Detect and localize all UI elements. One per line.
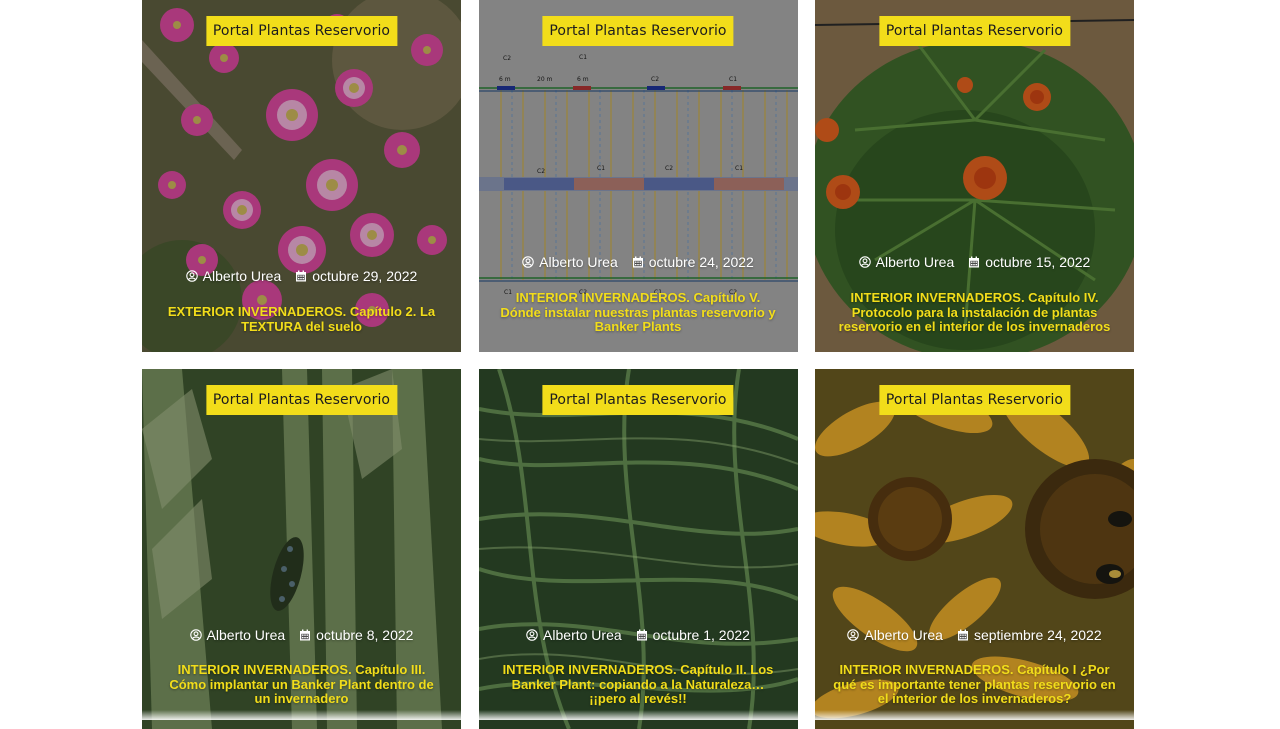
post-date[interactable]: septiembre 24, 2022 (957, 627, 1102, 643)
post-author[interactable]: Alberto Urea (859, 254, 955, 270)
user-circle-icon (859, 256, 871, 268)
date-text: septiembre 24, 2022 (974, 627, 1102, 643)
user-circle-icon (522, 256, 534, 268)
author-name: Alberto Urea (539, 254, 618, 270)
post-title[interactable]: INTERIOR INVERNADEROS. Capítulo II. Los … (497, 663, 780, 707)
post-title[interactable]: INTERIOR INVERNADEROS. Capítulo IV. Prot… (833, 291, 1116, 335)
category-badge[interactable]: Portal Plantas Reservorio (206, 385, 397, 415)
post-card[interactable]: Portal Plantas Reservorio Alberto Urea o… (142, 369, 461, 729)
date-text: octubre 29, 2022 (312, 268, 417, 284)
category-badge[interactable]: Portal Plantas Reservorio (542, 385, 733, 415)
post-author[interactable]: Alberto Urea (522, 254, 618, 270)
category-badge[interactable]: Portal Plantas Reservorio (879, 385, 1070, 415)
post-title[interactable]: INTERIOR INVERNADEROS. Capítulo III. Cóm… (160, 663, 443, 707)
category-badge[interactable]: Portal Plantas Reservorio (879, 16, 1070, 46)
post-card[interactable]: C2 C1 C2 C1 6 m 20 m 6 m C2 C1 C2 C1 C1 … (479, 0, 798, 352)
user-circle-icon (847, 629, 859, 641)
user-circle-icon (526, 629, 538, 641)
date-text: octubre 8, 2022 (316, 627, 413, 643)
post-meta: Alberto Urea septiembre 24, 2022 (815, 627, 1134, 643)
post-date[interactable]: octubre 8, 2022 (299, 627, 413, 643)
post-author[interactable]: Alberto Urea (186, 268, 282, 284)
post-meta: Alberto Urea octubre 1, 2022 (479, 627, 798, 643)
user-circle-icon (190, 629, 202, 641)
calendar-icon (957, 629, 969, 641)
date-text: octubre 15, 2022 (985, 254, 1090, 270)
post-card[interactable]: Portal Plantas Reservorio Alberto Urea s… (815, 369, 1134, 729)
post-title[interactable]: INTERIOR INVERNADEROS. Capítulo V. Dónde… (497, 291, 780, 335)
author-name: Alberto Urea (864, 627, 943, 643)
post-title[interactable]: EXTERIOR INVERNADEROS. Capítulo 2. La TE… (160, 305, 443, 334)
posts-grid: Portal Plantas Reservorio Alberto Urea o… (142, 0, 1134, 729)
calendar-icon (968, 256, 980, 268)
post-meta: Alberto Urea octubre 29, 2022 (142, 268, 461, 284)
user-circle-icon (186, 270, 198, 282)
calendar-icon (632, 256, 644, 268)
author-name: Alberto Urea (876, 254, 955, 270)
post-meta: Alberto Urea octubre 24, 2022 (479, 254, 798, 270)
post-card[interactable]: Portal Plantas Reservorio Alberto Urea o… (142, 0, 461, 352)
calendar-icon (636, 629, 648, 641)
calendar-icon (295, 270, 307, 282)
post-card[interactable]: Portal Plantas Reservorio Alberto Urea o… (815, 0, 1134, 352)
calendar-icon (299, 629, 311, 641)
author-name: Alberto Urea (207, 627, 286, 643)
post-card[interactable]: Portal Plantas Reservorio Alberto Urea o… (479, 369, 798, 729)
date-text: octubre 1, 2022 (653, 627, 750, 643)
author-name: Alberto Urea (543, 627, 622, 643)
post-author[interactable]: Alberto Urea (190, 627, 286, 643)
image-overlay (142, 0, 461, 352)
post-date[interactable]: octubre 29, 2022 (295, 268, 417, 284)
post-title[interactable]: INTERIOR INVERNADEROS. Capítulo I ¿Por q… (833, 663, 1116, 707)
post-meta: Alberto Urea octubre 15, 2022 (815, 254, 1134, 270)
post-date[interactable]: octubre 24, 2022 (632, 254, 754, 270)
post-date[interactable]: octubre 1, 2022 (636, 627, 750, 643)
date-text: octubre 24, 2022 (649, 254, 754, 270)
post-author[interactable]: Alberto Urea (847, 627, 943, 643)
bottom-fade (116, 710, 1164, 720)
post-author[interactable]: Alberto Urea (526, 627, 622, 643)
post-date[interactable]: octubre 15, 2022 (968, 254, 1090, 270)
category-badge[interactable]: Portal Plantas Reservorio (542, 16, 733, 46)
author-name: Alberto Urea (203, 268, 282, 284)
post-meta: Alberto Urea octubre 8, 2022 (142, 627, 461, 643)
category-badge[interactable]: Portal Plantas Reservorio (206, 16, 397, 46)
